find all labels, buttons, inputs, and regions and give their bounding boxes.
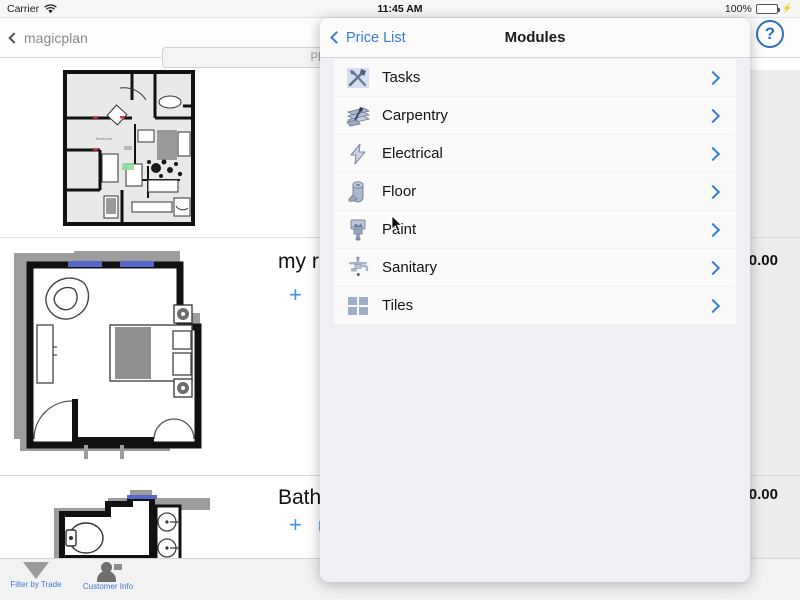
- module-row-tasks[interactable]: Tasks: [334, 59, 736, 96]
- status-bar-time: 11:45 AM: [377, 2, 423, 15]
- battery-percent-label: 100%: [724, 2, 752, 15]
- chevron-right-icon: [705, 298, 721, 313]
- funnel-triangle-icon: [23, 562, 49, 579]
- carpet-roll-icon: [345, 179, 371, 205]
- filter-by-trade-label: Filter by Trade: [10, 580, 62, 589]
- plan-row-title: Bath: [278, 486, 322, 509]
- module-label: Tiles: [382, 297, 414, 314]
- module-label: Tasks: [382, 69, 421, 86]
- floorplan-full-house-thumbnail[interactable]: Bedroom: [60, 70, 205, 230]
- person-card-icon: [95, 562, 122, 582]
- arrow-cursor: [391, 215, 403, 232]
- status-bar-right: 100% ⚡: [725, 3, 793, 15]
- module-row-tiles[interactable]: Tiles: [334, 287, 736, 324]
- help-button[interactable]: ?: [756, 20, 784, 48]
- chevron-right-icon: [705, 222, 721, 237]
- chevron-right-icon: [705, 184, 721, 199]
- module-row-carpentry[interactable]: Carpentry: [334, 97, 736, 134]
- status-bar: Carrier 11:45 AM 100% ⚡: [0, 0, 800, 18]
- lightning-bolt-icon: [345, 141, 371, 167]
- filter-by-trade-button[interactable]: Filter by Trade: [0, 562, 72, 589]
- charging-bolt-icon: ⚡: [781, 3, 793, 13]
- chevron-left-icon: [8, 31, 20, 44]
- chevron-right-icon: [705, 70, 721, 85]
- faucet-icon: [345, 255, 371, 281]
- module-row-electrical[interactable]: Electrical: [334, 135, 736, 172]
- wood-planks-icon: [345, 103, 371, 129]
- module-label: Electrical: [382, 145, 443, 162]
- customer-info-button[interactable]: Customer Info: [72, 562, 144, 591]
- chevron-right-icon: [705, 108, 721, 123]
- back-to-magicplan-button[interactable]: magicplan: [8, 29, 88, 46]
- module-row-sanitary[interactable]: Sanitary: [334, 249, 736, 286]
- paint-brush-icon: [345, 217, 371, 243]
- module-label: Sanitary: [382, 259, 438, 276]
- module-row-floor[interactable]: Floor: [334, 173, 736, 210]
- module-label: Floor: [382, 183, 417, 200]
- modules-list: Tasks Carpentry Electrical Floor Paint S…: [320, 58, 750, 324]
- back-button-label: magicplan: [24, 29, 88, 46]
- svg-text:Bedroom: Bedroom: [96, 136, 113, 141]
- popover-title: Modules: [504, 29, 566, 46]
- popover-header: Price List Modules: [320, 18, 750, 58]
- floorplan-bedroom-thumbnail[interactable]: [8, 243, 238, 471]
- question-mark-circle-icon: ?: [764, 24, 776, 43]
- plan-row-title: my r: [278, 250, 319, 273]
- module-label: Carpentry: [382, 107, 448, 124]
- chevron-right-icon: [705, 260, 721, 275]
- add-item-button[interactable]: +: [289, 512, 302, 538]
- modules-popover: Price List Modules Tasks Carpentry Elect…: [320, 18, 750, 582]
- add-item-button[interactable]: +: [289, 282, 302, 308]
- customer-info-label: Customer Info: [82, 582, 134, 591]
- tile-grid-icon: [345, 293, 371, 319]
- battery-icon: [755, 3, 780, 14]
- chevron-right-icon: [705, 146, 721, 161]
- hammer-tools-icon: [345, 65, 371, 91]
- ipad-screen: Carrier 11:45 AM 100% ⚡ magicplan Plan ?: [0, 0, 800, 600]
